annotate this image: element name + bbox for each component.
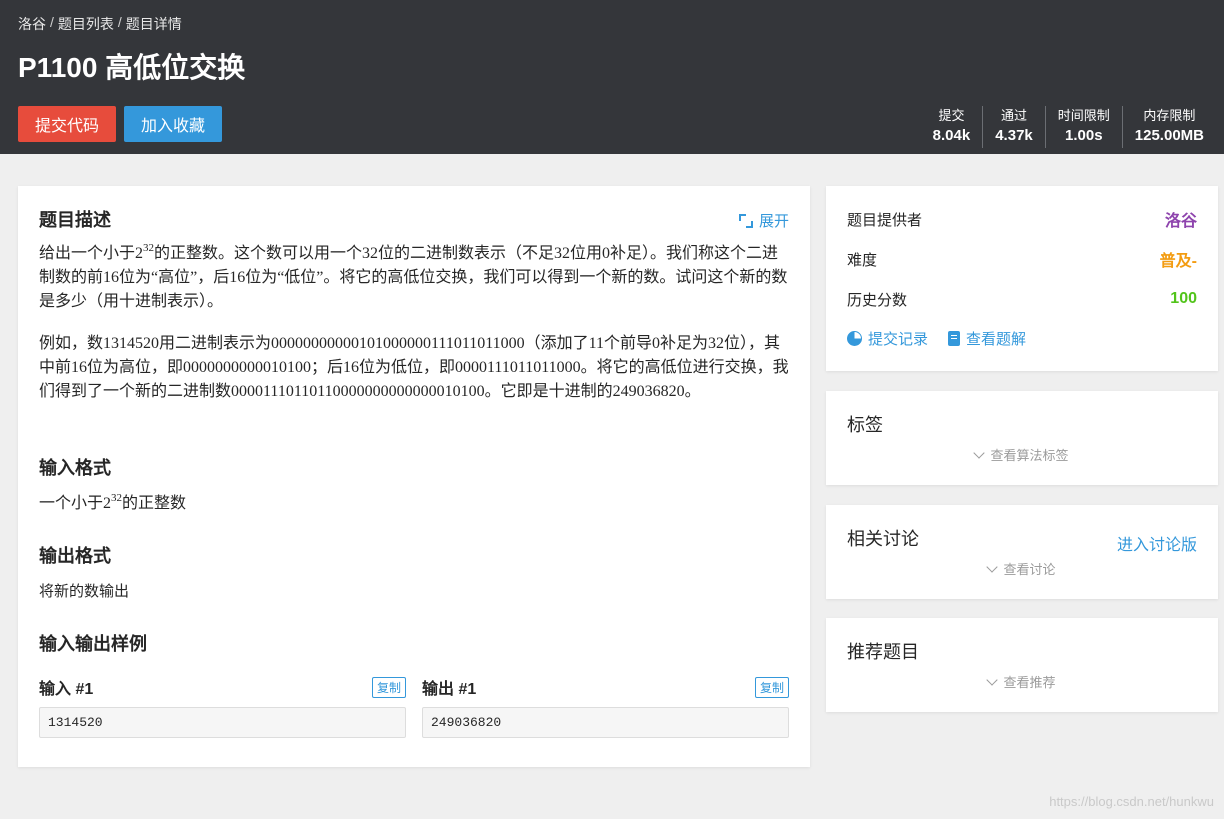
output-format-heading: 输出格式: [39, 546, 111, 566]
sample-output: 输出 #1 复制 249036820: [422, 676, 789, 738]
expand-button[interactable]: 展开: [738, 210, 789, 231]
info-label: 历史分数: [847, 291, 908, 309]
info-links: 提交记录 查看题解: [847, 328, 1026, 349]
submit-records-label: 提交记录: [868, 331, 929, 348]
show-tags-label: 查看算法标签: [990, 448, 1069, 463]
show-discussion-label: 查看讨论: [1003, 562, 1056, 577]
text: 给出一个小于: [39, 245, 136, 262]
info-row-score: 历史分数 100: [847, 287, 1197, 311]
problem-info-card: 题目提供者 洛谷 难度 普及- 历史分数 100 提交记录 查看题解: [826, 186, 1218, 371]
show-tags-toggle[interactable]: 查看算法标签: [826, 445, 1218, 464]
tags-card: 标签 查看算法标签: [826, 391, 1218, 485]
page-title: P1100 高低位交换: [18, 52, 246, 83]
recommend-title: 推荐题目: [847, 642, 919, 662]
chevron-down-icon: [973, 446, 986, 459]
problem-stats: 提交 8.04k 通过 4.37k 时间限制 1.00s 内存限制 125.00…: [921, 106, 1216, 148]
sample-input-title: 输入 #1: [39, 681, 94, 698]
provider-value[interactable]: 洛谷: [1165, 207, 1197, 231]
breadcrumb-problem-list[interactable]: 题目列表: [58, 14, 114, 34]
output-format-text: 将新的数输出: [39, 583, 130, 600]
stat-value: 125.00MB: [1134, 127, 1204, 144]
stat-label: 时间限制: [1057, 108, 1110, 123]
show-recommend-toggle[interactable]: 查看推荐: [826, 672, 1218, 691]
sample-output-header: 输出 #1 复制: [422, 676, 789, 698]
problem-header: 洛谷 / 题目列表 / 题目详情 P1100 高低位交换 提交代码 加入收藏 提…: [0, 0, 1224, 154]
submit-records-link[interactable]: 提交记录: [847, 328, 928, 349]
discussion-card: 相关讨论 进入讨论版 查看讨论: [826, 505, 1218, 599]
stat-label: 内存限制: [1143, 108, 1196, 123]
sample-input-value[interactable]: 1314520: [39, 707, 406, 738]
stat-memory-limit: 内存限制 125.00MB: [1121, 106, 1216, 148]
watermark: https://blog.csdn.net/hunkwu: [1049, 794, 1214, 809]
description-heading: 题目描述: [39, 210, 111, 230]
input-format-text: 一个小于232的正整数: [39, 492, 186, 516]
chevron-down-icon: [986, 560, 999, 573]
info-label: 难度: [847, 251, 878, 269]
tags-title: 标签: [847, 415, 883, 435]
stat-label: 提交: [938, 108, 965, 123]
expand-icon: [738, 213, 753, 228]
breadcrumb-separator: /: [117, 14, 122, 30]
info-row-difficulty: 难度 普及-: [847, 247, 1197, 271]
copy-input-button[interactable]: 复制: [371, 676, 406, 698]
text: 一个小于: [39, 495, 104, 512]
stat-submissions: 提交 8.04k: [921, 106, 983, 148]
copy-output-button[interactable]: 复制: [754, 676, 789, 698]
show-recommend-label: 查看推荐: [1003, 675, 1056, 690]
recommend-card: 推荐题目 查看推荐: [826, 618, 1218, 712]
breadcrumb-separator: /: [50, 14, 54, 30]
samples-heading: 输入输出样例: [39, 634, 147, 654]
stat-label: 通过: [1000, 108, 1027, 123]
sample-input-header: 输入 #1 复制: [39, 676, 406, 698]
stat-value: 1.00s: [1065, 127, 1103, 144]
breadcrumb-problem-detail[interactable]: 题目详情: [126, 14, 182, 34]
show-discussion-toggle[interactable]: 查看讨论: [826, 559, 1218, 578]
stat-value: 4.37k: [995, 127, 1033, 144]
view-solutions-link[interactable]: 查看题解: [948, 328, 1026, 349]
add-favorite-button[interactable]: 加入收藏: [124, 106, 222, 142]
text: 的正整数。这个数可以用一个32位的二进制数表示（不足32位用0补足）。我们称这个…: [39, 245, 788, 310]
difficulty-value: 普及-: [1159, 253, 1197, 270]
sample-output-value[interactable]: 249036820: [422, 707, 789, 738]
view-solutions-label: 查看题解: [966, 331, 1027, 348]
text: 的正整数: [122, 495, 187, 512]
info-row-provider: 题目提供者 洛谷: [847, 207, 1197, 231]
sample-output-title: 输出 #1: [422, 681, 477, 698]
description-paragraph-1: 给出一个小于232的正整数。这个数可以用一个32位的二进制数表示（不足32位用0…: [39, 242, 789, 314]
book-icon: [948, 331, 961, 346]
breadcrumb-home[interactable]: 洛谷: [18, 14, 46, 34]
pie-chart-icon: [847, 331, 862, 346]
info-label: 题目提供者: [847, 211, 923, 229]
power-base: 2: [135, 245, 144, 262]
breadcrumb: 洛谷 / 题目列表 / 题目详情: [18, 14, 182, 34]
power-base: 2: [103, 495, 112, 512]
stat-time-limit: 时间限制 1.00s: [1044, 106, 1122, 148]
expand-label: 展开: [758, 213, 789, 230]
score-value: 100: [1170, 290, 1197, 307]
stat-accepted: 通过 4.37k: [982, 106, 1045, 148]
power-exponent: 32: [143, 242, 155, 254]
discussion-title: 相关讨论: [847, 529, 919, 549]
description-paragraph-2: 例如，数1314520用二进制表示为0000000000010100000011…: [39, 335, 789, 400]
sample-input: 输入 #1 复制 1314520: [39, 676, 406, 738]
problem-card: 题目描述 展开 给出一个小于232的正整数。这个数可以用一个32位的二进制数表示…: [18, 186, 810, 767]
input-format-heading: 输入格式: [39, 458, 111, 478]
power-exponent: 32: [111, 492, 123, 504]
chevron-down-icon: [986, 673, 999, 686]
submit-code-button[interactable]: 提交代码: [18, 106, 116, 142]
stat-value: 8.04k: [932, 127, 971, 144]
enter-discussion-link[interactable]: 进入讨论版: [1117, 531, 1197, 555]
